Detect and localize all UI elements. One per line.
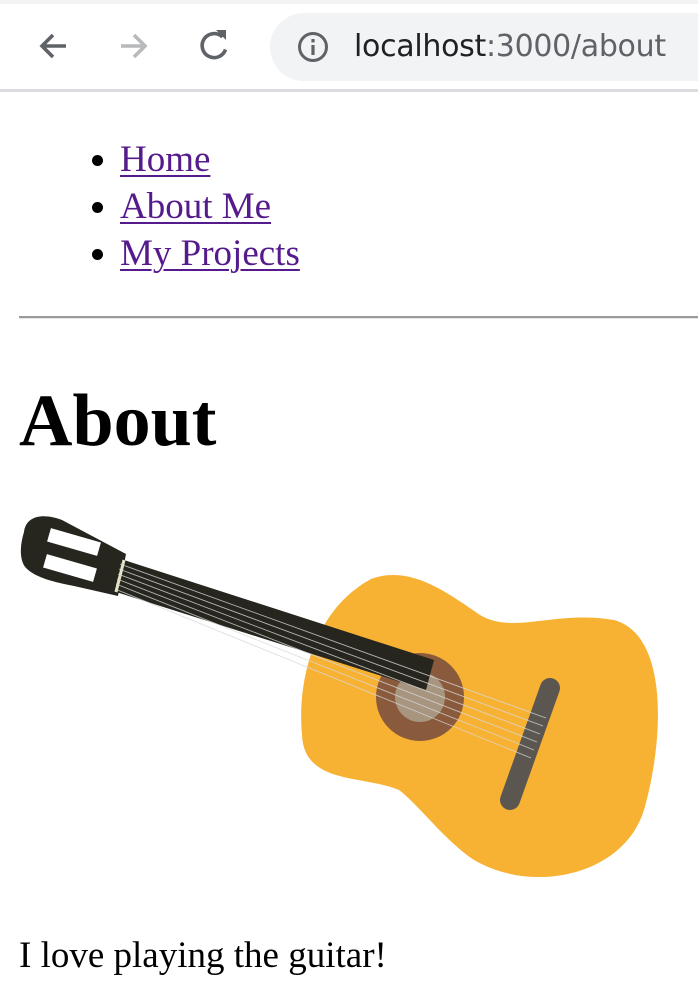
nav-item-about: About Me: [120, 183, 300, 230]
url-host: localhost: [354, 29, 486, 64]
back-button[interactable]: [32, 24, 76, 68]
reload-button[interactable]: [192, 24, 236, 68]
tab-strip-edge: [0, 0, 698, 4]
url-path: :3000/about: [485, 29, 666, 64]
nav-link-my-projects[interactable]: My Projects: [120, 233, 300, 274]
horizontal-rule: [19, 316, 698, 319]
browser-toolbar: localhost:3000/about: [0, 0, 698, 92]
arrow-right-icon: [121, 33, 148, 59]
info-icon[interactable]: [297, 31, 329, 63]
nav-link-about-me[interactable]: About Me: [120, 186, 271, 227]
nav-item-projects: My Projects: [120, 230, 300, 277]
nav-link-home[interactable]: Home: [120, 139, 210, 180]
nav-item-home: Home: [120, 136, 300, 183]
arrow-left-icon: [39, 33, 66, 59]
forward-button[interactable]: [111, 24, 155, 68]
guitar-image: [14, 510, 664, 890]
page-title: About: [19, 380, 217, 462]
page-text: I love playing the guitar!: [19, 935, 387, 976]
url-text[interactable]: localhost:3000/about: [354, 27, 666, 67]
address-bar[interactable]: localhost:3000/about: [270, 13, 698, 81]
site-nav: Home About Me My Projects: [0, 136, 300, 277]
reload-icon: [200, 30, 228, 60]
